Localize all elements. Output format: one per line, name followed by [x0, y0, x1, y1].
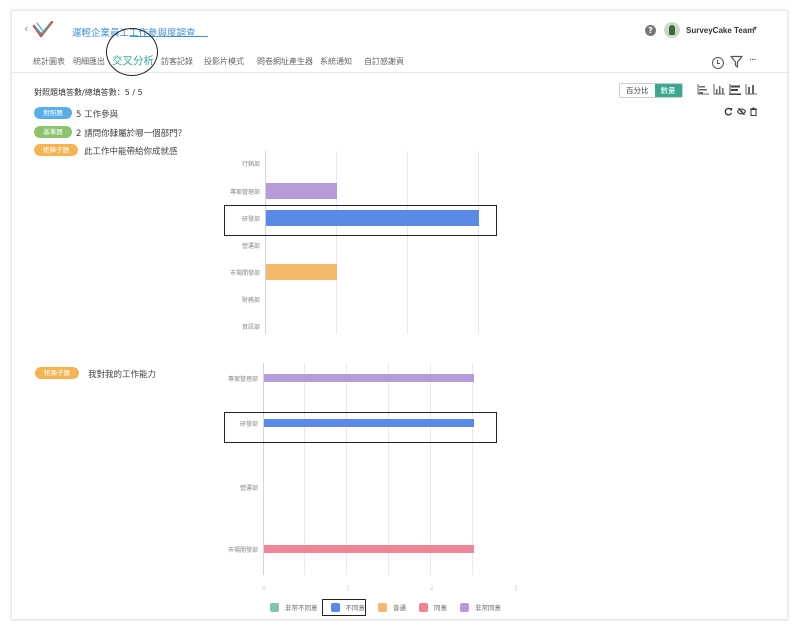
legend-swatch [419, 602, 428, 612]
chart-2-category-label: 專案管理部 [227, 376, 258, 383]
chart-1-category-label: 資訊部 [241, 324, 260, 331]
stacked-horizontal-bar-icon[interactable] [729, 84, 741, 95]
more-options-icon[interactable]: ··· [749, 55, 756, 66]
chart-2-bar[interactable] [264, 545, 474, 553]
app-window: ‹ 運輕企業員工工作參與度調查 ? SurveyCake Team ▾ 統計圖表… [11, 10, 788, 620]
surveycake-logo-icon [32, 20, 54, 38]
legend-item-agree[interactable]: 同意 [419, 602, 447, 612]
chart-2-gridline-4 [430, 363, 431, 575]
chart-2-gridline-3 [388, 363, 389, 575]
chart-1-highlight-annotation [224, 205, 497, 236]
chart-2-category-label: 市場開發部 [227, 547, 258, 554]
tab-url-generator[interactable]: 問卷網址產生器 [257, 56, 313, 67]
chart-2-y-axis [263, 363, 264, 575]
chart-2-highlight-annotation [224, 412, 497, 443]
chart-1-gridline-1 [336, 151, 337, 334]
chart-1-bar[interactable] [266, 183, 337, 199]
legend-highlight-annotation [322, 599, 366, 616]
chart-2-category-label: 營運部 [239, 485, 258, 492]
chart-2-x-tick-label: 2 [430, 585, 434, 592]
legend-item-strongly-agree[interactable]: 非常同意 [460, 602, 501, 612]
user-name[interactable]: SurveyCake Team [686, 26, 754, 35]
chart-2-gridline-5 [472, 363, 473, 575]
chart-2-x-tick-label: 1 [346, 585, 350, 592]
legend-item-neutral[interactable]: 普通 [378, 602, 406, 612]
tab-cross-analysis[interactable]: 交叉分析 [112, 53, 154, 68]
chevron-down-icon[interactable]: ▾ [753, 24, 757, 33]
base-question-text: 2 請問你隸屬於哪一個部門？ [76, 129, 187, 139]
chart-2-gridline-1 [304, 363, 305, 575]
refresh-icon[interactable] [724, 107, 733, 116]
survey-title-underline [130, 36, 208, 37]
legend-label: 普通 [393, 604, 406, 612]
legend-item-strongly-disagree[interactable]: 非常不同意 [270, 602, 318, 612]
clock-icon[interactable] [712, 57, 724, 69]
vertical-bar-chart-icon[interactable] [713, 84, 725, 95]
legend-label: 非常同意 [475, 604, 501, 612]
chart-1-category-label: 營運部 [241, 243, 260, 250]
tab-system-notice[interactable]: 系統通知 [320, 56, 352, 67]
filter-icon[interactable] [730, 55, 743, 68]
matrix-subquestion-text-2: 我對我的工作能力 [88, 370, 157, 380]
hide-eye-icon[interactable] [737, 107, 746, 116]
legend-swatch [270, 602, 279, 612]
chart-1-category-label: 行銷部 [241, 161, 260, 168]
header: ‹ 運輕企業員工工作參與度調查 ? SurveyCake Team ▾ [12, 11, 787, 45]
matrix-subquestion-tag: 矩陣子題 [34, 144, 78, 156]
compare-question-tag: 對照題 [34, 107, 72, 119]
chart-legend: 非常不同意 不同意 普通 同意 非常同意 [270, 601, 514, 613]
tab-slideshow-mode[interactable]: 投影片模式 [204, 56, 244, 67]
chart-2-x-tick-label: 0 [262, 585, 266, 592]
compare-question-text: 5 工作參與 [76, 110, 119, 120]
tab-detail-export[interactable]: 明細匯出 [73, 56, 105, 67]
response-count: 對照題填答數/總填答數：5 / 5 [34, 88, 143, 97]
tab-statistics-chart[interactable]: 統計圖表 [33, 56, 65, 67]
matrix-subquestion-tag-2: 矩陣子題 [35, 367, 79, 379]
chart-2-bar[interactable] [264, 374, 474, 382]
avatar[interactable] [664, 22, 680, 38]
chart-2-gridline-2 [346, 363, 347, 575]
horizontal-bar-chart-icon[interactable] [697, 84, 709, 95]
chart-2-x-tick-label: 3 [514, 585, 518, 592]
chart-1-category-label: 財務部 [241, 297, 260, 304]
stacked-vertical-bar-icon[interactable] [745, 84, 757, 95]
delete-trash-icon[interactable] [749, 107, 758, 116]
display-mode-toggle: 百分比 數量 [619, 83, 683, 98]
chart-1-gridline-3 [478, 151, 479, 334]
legend-swatch [378, 602, 387, 612]
chart-1-gridline-2 [407, 151, 408, 334]
back-chevron-icon[interactable]: ‹ [24, 23, 28, 34]
chart-1-bar[interactable] [266, 264, 337, 280]
percent-toggle-button[interactable]: 百分比 [620, 84, 655, 97]
chart-1-category-label: 市場開發部 [229, 270, 260, 277]
tab-visitor-log[interactable]: 訪客記錄 [161, 56, 193, 67]
chart-1-category-label: 專案管理部 [229, 189, 260, 196]
help-icon[interactable]: ? [645, 25, 656, 36]
legend-swatch [460, 602, 469, 612]
tab-custom-thanks-page[interactable]: 自訂感謝頁 [364, 56, 404, 67]
count-toggle-button[interactable]: 數量 [654, 84, 682, 97]
legend-label: 非常不同意 [285, 604, 318, 612]
legend-label: 同意 [434, 604, 447, 612]
chart-1-y-axis [265, 151, 266, 334]
main-nav: 統計圖表 明細匯出 交叉分析 訪客記錄 投影片模式 問卷網址產生器 系統通知 自… [12, 45, 787, 73]
base-question-tag: 基準題 [34, 126, 72, 138]
matrix-subquestion-text: 此工作中能帶給你成就感 [84, 147, 178, 157]
